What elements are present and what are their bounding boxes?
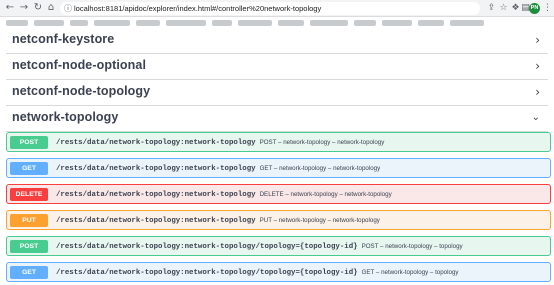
method-badge-post: POST: [10, 136, 48, 149]
bookmark-item[interactable]: [6, 20, 28, 26]
bookmark-item[interactable]: [418, 20, 444, 26]
operation-get-topology[interactable]: GET /rests/data/network-topology:network…: [6, 262, 551, 282]
bookmark-item[interactable]: [34, 20, 64, 26]
reload-icon[interactable]: ↻: [32, 2, 44, 14]
tag-section-netconf-node-topology[interactable]: netconf-node-topology ›: [6, 80, 548, 106]
address-bar[interactable]: ⓘ localhost:8181/apidoc/explorer/index.h…: [60, 2, 480, 15]
bookmark-item[interactable]: [212, 20, 232, 26]
chevron-down-icon: ⌄: [531, 112, 540, 123]
tag-name: netconf-keystore: [12, 32, 115, 46]
method-badge-post: POST: [10, 240, 48, 253]
operation-summary: GET – network-topology – network-topolog…: [259, 165, 381, 172]
bookmark-item[interactable]: [354, 20, 376, 26]
path-text: /rests/data/network-topology:network-top…: [56, 269, 358, 277]
bookmark-item[interactable]: [94, 20, 130, 26]
bookmark-item[interactable]: [382, 20, 412, 26]
method-badge-get: GET: [10, 266, 48, 279]
tag-section-network-topology[interactable]: network-topology ⌄: [6, 106, 548, 132]
path-text: /rests/data/network-topology:network-top…: [56, 165, 256, 173]
browser-toolbar: ← → ↻ ⌂ ⓘ localhost:8181/apidoc/explorer…: [0, 0, 554, 17]
operation-path: /rests/data/network-topology:network-top…: [56, 189, 392, 201]
operation-path: /rests/data/network-topology:network-top…: [56, 137, 384, 149]
operation-put-network-topology[interactable]: PUT /rests/data/network-topology:network…: [6, 210, 551, 230]
path-text: /rests/data/network-topology:network-top…: [56, 217, 256, 225]
back-arrow-icon[interactable]: ←: [4, 2, 16, 14]
tag-name: netconf-node-optional: [12, 58, 147, 72]
operation-path: /rests/data/network-topology:network-top…: [56, 267, 458, 279]
method-badge-put: PUT: [10, 214, 48, 227]
forward-arrow-icon[interactable]: →: [18, 2, 30, 14]
tag-name: network-topology: [12, 110, 119, 124]
lock-icon: ⓘ: [64, 4, 72, 13]
operation-delete-network-topology[interactable]: DELETE /rests/data/network-topology:netw…: [6, 184, 551, 204]
url-text: localhost:8181/apidoc/explorer/index.htm…: [74, 4, 322, 13]
home-icon[interactable]: ⌂: [45, 2, 57, 14]
method-badge-get: GET: [10, 162, 48, 175]
operation-post-network-topology[interactable]: POST /rests/data/network-topology:networ…: [6, 132, 551, 152]
operation-path: /rests/data/network-topology:network-top…: [56, 215, 380, 227]
menu-icon[interactable]: ⋮: [542, 3, 553, 14]
bookmark-item[interactable]: [166, 20, 206, 26]
path-text: /rests/data/network-topology:network-top…: [56, 243, 358, 251]
chevron-right-icon: ›: [535, 85, 540, 99]
chevron-right-icon: ›: [535, 33, 540, 47]
bookmark-item[interactable]: [238, 20, 272, 26]
bookmark-item[interactable]: [136, 20, 160, 26]
bookmark-item[interactable]: [310, 20, 348, 26]
chevron-right-icon: ›: [535, 59, 540, 73]
avatar[interactable]: PN: [529, 3, 540, 14]
operation-path: /rests/data/network-topology:network-top…: [56, 241, 463, 253]
path-text: /rests/data/network-topology:network-top…: [56, 139, 256, 147]
operation-get-network-topology[interactable]: GET /rests/data/network-topology:network…: [6, 158, 551, 178]
operation-summary: GET – network-topology – topology: [361, 269, 459, 276]
method-badge-delete: DELETE: [10, 188, 48, 201]
operation-summary: POST – network-topology – network-topolo…: [259, 139, 385, 146]
bookmark-item[interactable]: [70, 20, 88, 26]
bookmark-item[interactable]: [278, 20, 304, 26]
star-icon[interactable]: ☆: [498, 3, 509, 14]
operation-post-topology[interactable]: POST /rests/data/network-topology:networ…: [6, 236, 551, 256]
tag-name: netconf-node-topology: [12, 84, 151, 98]
tag-section-netconf-node-optional[interactable]: netconf-node-optional ›: [6, 54, 548, 80]
path-text: /rests/data/network-topology:network-top…: [56, 191, 256, 199]
operation-path: /rests/data/network-topology:network-top…: [56, 163, 380, 175]
share-icon[interactable]: ⇪: [486, 3, 497, 14]
operation-summary: PUT – network-topology – network-topolog…: [259, 217, 380, 224]
operation-summary: POST – network-topology – topology: [361, 243, 463, 250]
bookmark-item[interactable]: [450, 20, 484, 26]
operation-summary: DELETE – network-topology – network-topo…: [259, 191, 392, 198]
tag-section-netconf-keystore[interactable]: netconf-keystore ›: [6, 28, 548, 54]
